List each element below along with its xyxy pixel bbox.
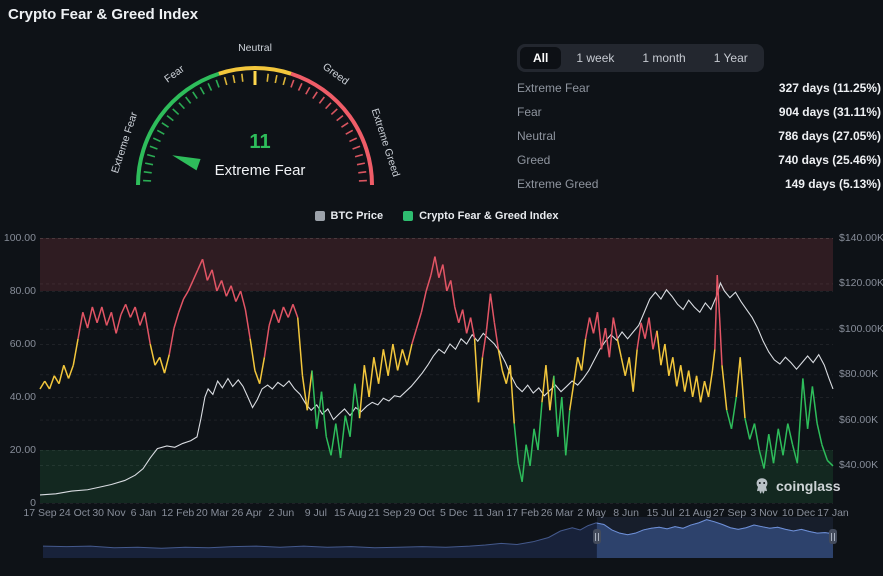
- stat-row-greed: Greed 740 days (25.46%): [517, 148, 881, 172]
- legend-item-fear-greed[interactable]: Crypto Fear & Greed Index: [403, 210, 558, 222]
- stat-label: Fear: [517, 105, 542, 119]
- legend-swatch-btc: [314, 211, 325, 221]
- navigator-left-handle[interactable]: [593, 529, 601, 544]
- y-axis-label-left: 100.00: [3, 232, 36, 244]
- stat-value: 740 days (25.46%): [778, 153, 881, 167]
- x-axis-label: 11 Jan: [472, 507, 504, 519]
- y-axis-label-left: 20.00: [9, 444, 36, 456]
- gauge-dial: Extreme FearFearNeutralGreedExtreme Gree…: [109, 42, 402, 186]
- legend-label-btc: BTC Price: [330, 210, 384, 222]
- y-axis-label-right: $40.00K: [839, 459, 879, 471]
- y-axis-label-right: $140.00K: [839, 232, 883, 244]
- gauge-value: 11: [249, 131, 271, 153]
- x-axis-label: 30 Nov: [92, 507, 126, 519]
- coinglass-watermark-text: coinglass: [776, 478, 841, 494]
- legend-item-btc-price[interactable]: BTC Price: [314, 210, 384, 222]
- y-axis-label-right: $120.00K: [839, 277, 883, 290]
- y-axis-label-left: 60.00: [9, 338, 36, 350]
- page-title: Crypto Fear & Greed Index: [8, 6, 199, 23]
- stat-label: Greed: [517, 153, 551, 167]
- svg-text:Greed: Greed: [320, 61, 351, 88]
- svg-text:Neutral: Neutral: [238, 42, 272, 54]
- chart-legend: BTC Price Crypto Fear & Greed Index: [40, 210, 833, 222]
- x-axis-label: 24 Oct: [59, 507, 90, 519]
- tab-1-year[interactable]: 1 Year: [701, 47, 761, 69]
- coinglass-watermark: coinglass: [753, 477, 841, 495]
- y-axis-label-left: 80.00: [9, 285, 36, 297]
- legend-swatch-fear-greed: [403, 211, 414, 221]
- y-axis-label-right: $80.00K: [839, 368, 879, 381]
- y-axis-label-left: 40.00: [9, 391, 36, 403]
- stat-label: Extreme Greed: [517, 177, 599, 191]
- x-axis-label: 17 Feb: [506, 507, 540, 519]
- stat-value: 786 days (27.05%): [778, 129, 881, 143]
- time-range-tabs: All 1 week 1 month 1 Year: [517, 44, 764, 72]
- gauge-classification: Extreme Fear: [214, 162, 306, 179]
- legend-label-fear-greed: Crypto Fear & Greed Index: [419, 210, 559, 222]
- tab-all[interactable]: All: [520, 47, 562, 69]
- x-axis-label: 12 Feb: [161, 507, 195, 519]
- stat-label: Neutral: [517, 129, 556, 143]
- x-axis-label: 6 Jan: [130, 507, 157, 519]
- stat-row-neutral: Neutral 786 days (27.05%): [517, 124, 881, 148]
- y-axis-label-right: $100.00K: [839, 322, 883, 335]
- stat-value: 904 days (31.11%): [778, 105, 881, 119]
- navigator-selected-range[interactable]: [597, 517, 833, 558]
- stat-value: 149 days (5.13%): [784, 177, 881, 191]
- coinglass-logo-icon: [756, 478, 768, 494]
- tab-1-week[interactable]: 1 week: [563, 47, 627, 69]
- x-axis-label: 9 Jul: [304, 507, 327, 519]
- x-axis-label: 26 Apr: [231, 507, 263, 519]
- x-axis-label: 20 Mar: [196, 507, 229, 519]
- stats-panel: Extreme Fear 327 days (11.25%) Fear 904 …: [517, 76, 881, 196]
- tab-1-month[interactable]: 1 month: [629, 47, 698, 69]
- navigator-right-handle[interactable]: [829, 529, 837, 544]
- x-axis-label: 2 Jun: [268, 507, 295, 519]
- y-axis-label-right: $60.00K: [839, 413, 879, 426]
- x-axis-label: 17 Sep: [23, 507, 57, 519]
- x-axis-label: 15 Aug: [333, 507, 367, 519]
- stat-label: Extreme Fear: [517, 81, 590, 95]
- stat-row-extreme-greed: Extreme Greed 149 days (5.13%): [517, 172, 881, 196]
- svg-text:Fear: Fear: [162, 63, 187, 86]
- stat-row-extreme-fear: Extreme Fear 327 days (11.25%): [517, 76, 881, 100]
- x-axis-label: 21 Sep: [368, 507, 402, 519]
- x-axis-label: 26 Mar: [540, 507, 574, 519]
- fear-greed-gauge: Extreme Fear Fear Neutral Greed Extreme Gree…: [100, 30, 420, 210]
- stat-value: 327 days (11.25%): [778, 81, 881, 95]
- x-axis-label: 5 Dec: [440, 507, 468, 519]
- stat-row-fear: Fear 904 days (31.11%): [517, 100, 881, 124]
- x-axis-label: 29 Oct: [403, 507, 435, 519]
